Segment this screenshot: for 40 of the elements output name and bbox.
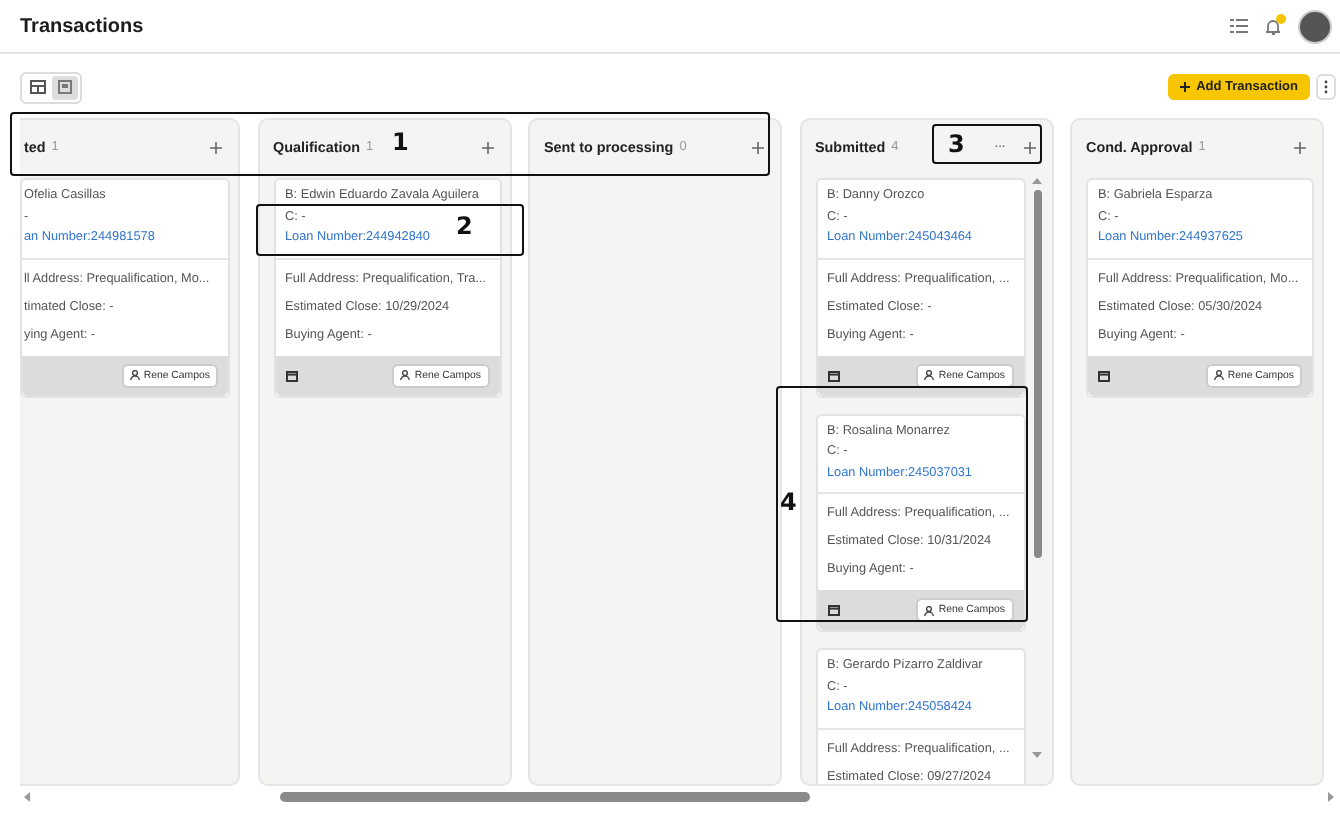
- add-card-button[interactable]: [481, 141, 493, 153]
- add-card-button[interactable]: [1023, 141, 1035, 153]
- notifications-icon[interactable]: [1264, 17, 1282, 35]
- plus-icon: [481, 141, 493, 153]
- scroll-up-icon[interactable]: [1032, 178, 1042, 184]
- scrollbar-thumb[interactable]: [280, 791, 810, 801]
- person-icon: [129, 370, 140, 380]
- checklist-icon[interactable]: [1230, 18, 1248, 34]
- annotation-frame: [932, 124, 1042, 164]
- person-icon: [1213, 370, 1224, 380]
- plus-icon: [1180, 81, 1191, 91]
- table-view-button[interactable]: [24, 75, 50, 99]
- add-card-button[interactable]: [752, 141, 764, 153]
- scrollbar-thumb[interactable]: [1033, 190, 1041, 558]
- vertical-scrollbar[interactable]: [1031, 178, 1043, 758]
- scroll-down-icon[interactable]: [1032, 752, 1042, 758]
- annotation-number: 1: [392, 128, 409, 156]
- person-icon: [924, 605, 935, 615]
- plus-icon: [752, 141, 764, 153]
- notification-badge: [1276, 13, 1286, 23]
- plus-icon: [210, 141, 222, 153]
- avatar[interactable]: [1298, 9, 1332, 43]
- plus-icon: [1023, 141, 1035, 153]
- scroll-right-icon[interactable]: [1328, 791, 1334, 801]
- add-card-button[interactable]: [1294, 141, 1306, 153]
- person-icon: [400, 370, 411, 380]
- calendar-icon[interactable]: [827, 369, 839, 381]
- calendar-icon[interactable]: [1098, 369, 1110, 381]
- board-view-button[interactable]: [52, 75, 78, 99]
- more-options-button[interactable]: [1316, 73, 1336, 99]
- annotation-number: 2: [456, 212, 473, 240]
- calendar-icon[interactable]: [827, 604, 839, 616]
- person-icon: [924, 370, 935, 380]
- scroll-left-icon[interactable]: [24, 791, 30, 801]
- annotation-number: 3: [948, 130, 965, 158]
- page-title: Transactions: [20, 15, 146, 37]
- plus-icon: [1294, 141, 1306, 153]
- annotation-number: 4: [780, 488, 797, 516]
- calendar-icon[interactable]: [285, 369, 297, 381]
- add-card-button[interactable]: [210, 141, 222, 153]
